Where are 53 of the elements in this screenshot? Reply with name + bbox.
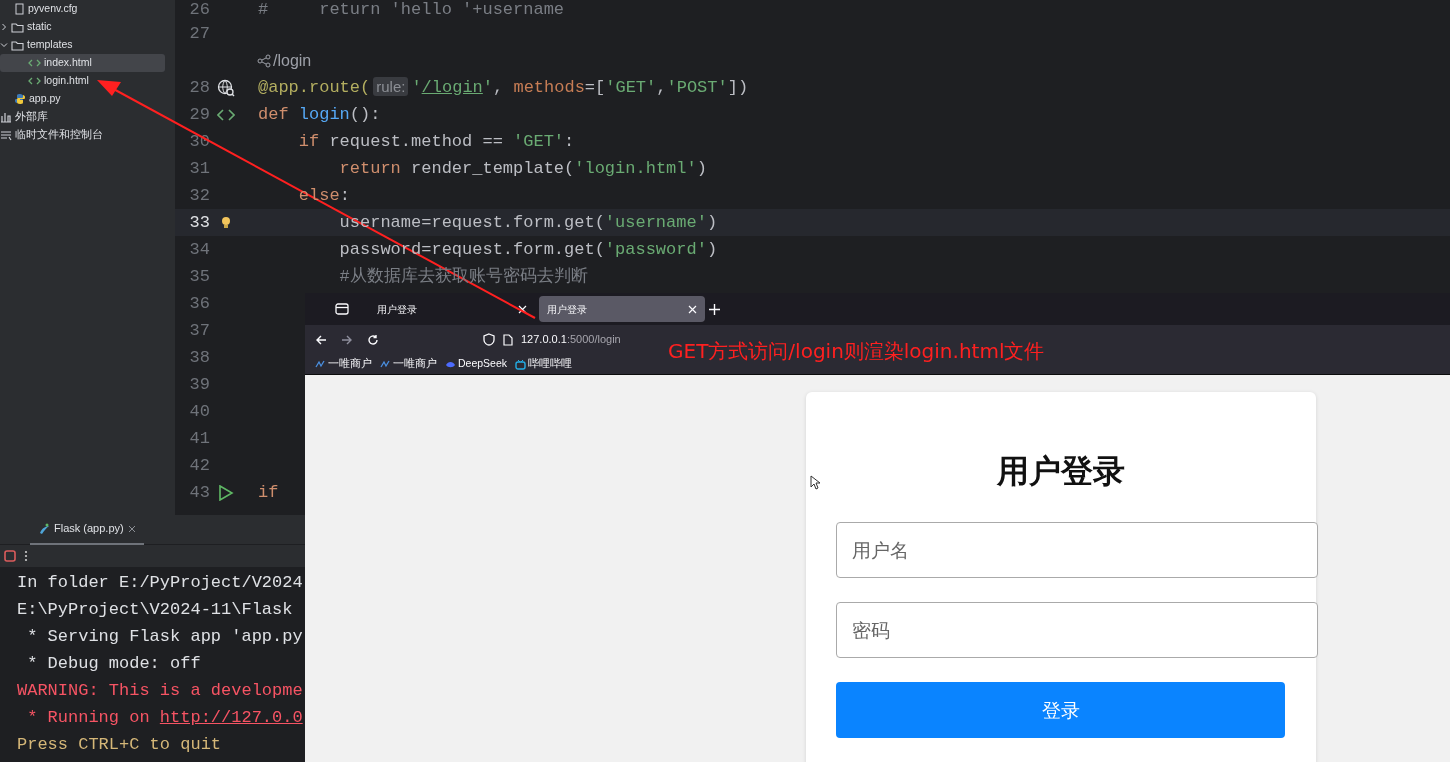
bookmark-link[interactable]: 一唯商户 (380, 356, 437, 372)
line-number: 35 (188, 265, 210, 288)
tree-item[interactable]: login.html (0, 72, 165, 90)
code-line: if request.method == 'GET': (297, 130, 575, 153)
line-number: 41 (188, 427, 210, 450)
line-number: 32 (188, 184, 210, 207)
console-line: E:\PyProject\V2024-11\Flask (17, 599, 293, 621)
line-number: 42 (188, 454, 210, 477)
line-number: 28 (188, 76, 210, 99)
console-link[interactable]: http://127.0.0 (159, 708, 303, 727)
console-line: WARNING: This is a developme (17, 680, 303, 702)
code-line: if (258, 481, 279, 504)
console-line: In folder E:/PyProject/V2024 (17, 572, 303, 594)
code-line: @app.route( rule: '/login', methods=['GET','POST']) (258, 75, 749, 99)
line-number: 37 (188, 319, 210, 342)
console-line: Press CTRL+C to quit (17, 734, 222, 756)
tree-item[interactable]: 临时文件和控制台 (0, 126, 165, 144)
code-line: return render_template('login.html') (338, 157, 707, 180)
bookmark-link[interactable]: 哔哩哔哩 (515, 356, 573, 372)
code-line: # return 'hello '+username (258, 0, 565, 22)
browser-tab[interactable]: 用户登录 (539, 296, 705, 322)
line-number: 40 (188, 400, 210, 423)
line-number: 29 (188, 103, 210, 126)
line-number: 36 (188, 292, 210, 315)
annotation-text: GET方式访问/login则渲染login.html文件 (668, 338, 1045, 365)
username-field[interactable]: 用户名 (836, 522, 1318, 579)
tree-item[interactable]: index.html (0, 54, 165, 72)
bookmark-link[interactable]: 一唯商户 (315, 356, 372, 372)
password-field[interactable]: 密码 (836, 602, 1318, 659)
console-line: * Debug mode: off (26, 653, 201, 675)
address-bar[interactable]: 127.0.0.1:5000/login (521, 331, 621, 348)
bookmark-link[interactable]: DeepSeek (445, 356, 508, 372)
line-number: 31 (188, 157, 210, 180)
form-title: 用户登录 (996, 452, 1126, 491)
code-line: def login(): (258, 103, 381, 126)
tree-item[interactable]: templates (0, 36, 165, 54)
line-number: 43 (188, 481, 210, 504)
login-button[interactable]: 登录 (836, 682, 1285, 739)
tree-item[interactable]: static (0, 18, 165, 36)
line-number: 34 (188, 238, 210, 261)
console-line: * Serving Flask app 'app.py (26, 626, 303, 648)
tree-item[interactable]: 外部库 (0, 108, 165, 126)
line-number: 26 (188, 0, 210, 22)
line-number: 38 (188, 346, 210, 369)
line-number: 39 (188, 373, 210, 396)
tree-item[interactable]: pyvenv.cfg (0, 0, 165, 18)
run-tab[interactable]: Flask (app.py) (30, 514, 144, 545)
console-line: * Running on http://127.0.0 (26, 707, 303, 729)
line-number: 33 (188, 211, 210, 234)
tree-item[interactable]: app.py (0, 90, 165, 108)
line-number: 27 (188, 22, 210, 45)
route-hint[interactable]: /login (257, 48, 312, 73)
browser-tab[interactable]: 用户登录 (369, 296, 535, 322)
